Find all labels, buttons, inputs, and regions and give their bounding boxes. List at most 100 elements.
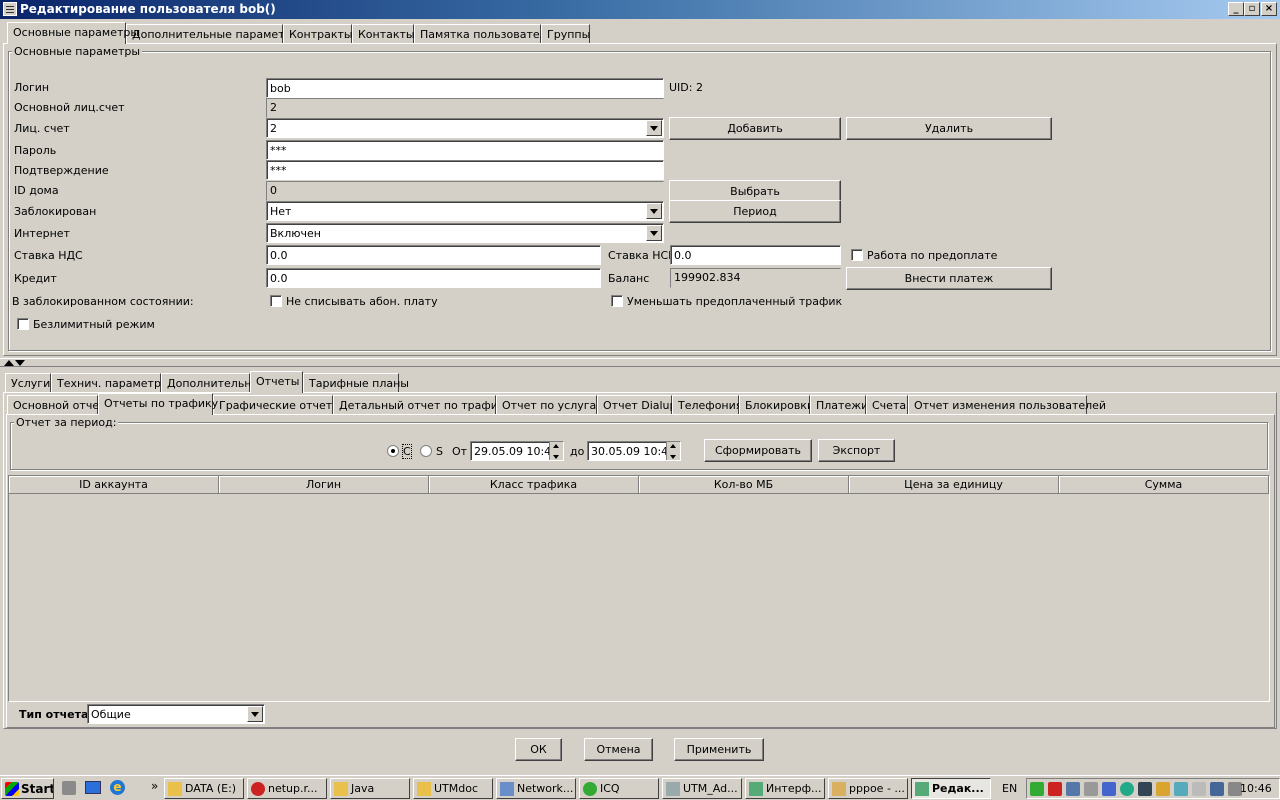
task-data-drive[interactable]: DATA (E:)	[164, 778, 244, 799]
splitter-bar[interactable]	[0, 358, 1280, 367]
tab-invoices[interactable]: Счета	[866, 395, 908, 415]
disc-tray-icon[interactable]	[1120, 782, 1134, 796]
radio-s[interactable]	[420, 445, 432, 457]
chevron-down-icon[interactable]	[646, 203, 662, 219]
task-label: Network...	[517, 782, 574, 795]
chevron-down-icon[interactable]	[646, 120, 662, 136]
clock[interactable]: 10:46	[1240, 782, 1272, 795]
report-type-select[interactable]: Общие	[87, 704, 265, 724]
tab-tech-params[interactable]: Технич. параметры	[51, 373, 170, 393]
start-button[interactable]: Start	[1, 778, 54, 799]
tab-user-memo[interactable]: Памятка пользователя	[414, 24, 553, 44]
tab-additional[interactable]: Дополнительно	[161, 373, 258, 393]
col-traffic-class[interactable]: Класс трафика	[429, 476, 639, 494]
more-chevron-icon[interactable]: »	[151, 779, 158, 793]
tab-graphic-reports[interactable]: Графические отчеты	[213, 395, 341, 415]
task-network[interactable]: Network...	[496, 778, 576, 799]
col-unit-price[interactable]: Цена за единицу	[849, 476, 1059, 494]
printer-tray-icon[interactable]	[1192, 782, 1206, 796]
task-edit-user[interactable]: Редак...	[911, 778, 991, 799]
network-tray-icon[interactable]	[1084, 782, 1098, 796]
internet-select[interactable]: Включен	[266, 223, 664, 243]
task-utm-admin[interactable]: UTM_Ad...	[662, 778, 742, 799]
icq-tray-icon[interactable]	[1030, 782, 1044, 796]
ok-button[interactable]: ОК	[515, 738, 562, 761]
tab-blocks[interactable]: Блокировки	[739, 395, 814, 415]
credit-input[interactable]: 0.0	[266, 268, 601, 288]
spinner-arrows-icon[interactable]	[549, 442, 563, 460]
tab-reports[interactable]: Отчеты	[250, 371, 303, 393]
col-login[interactable]: Логин	[219, 476, 429, 494]
to-date-spinner[interactable]: 30.05.09 10:46	[587, 441, 681, 461]
reduce-traffic-checkbox[interactable]	[611, 295, 623, 307]
prepay-checkbox[interactable]	[851, 249, 863, 261]
minimize-button[interactable]: _	[1228, 2, 1244, 16]
title-bar[interactable]: Редактирование пользователя bob() _ ▫ ×	[0, 0, 1280, 19]
col-mb-count[interactable]: Кол-во МБ	[639, 476, 849, 494]
confirm-input[interactable]: ***	[266, 160, 664, 180]
monitor-tray-icon[interactable]	[1066, 782, 1080, 796]
task-pppoe[interactable]: pppoe - ...	[828, 778, 908, 799]
login-input[interactable]: bob	[266, 78, 664, 98]
music-tray-icon[interactable]	[1138, 782, 1152, 796]
task-netup[interactable]: netup.r...	[247, 778, 327, 799]
from-date-spinner[interactable]: 29.05.09 10:46	[470, 441, 564, 461]
tab-extra-params[interactable]: Дополнительные параметры	[126, 24, 300, 44]
task-java[interactable]: Java	[330, 778, 410, 799]
connection-tray-icon[interactable]	[1210, 782, 1224, 796]
chevron-down-icon[interactable]	[247, 706, 263, 722]
collapse-up-icon[interactable]	[4, 360, 14, 366]
generate-button[interactable]: Сформировать	[704, 439, 812, 462]
start-label: Start	[21, 782, 54, 796]
tab-contacts[interactable]: Контакты	[352, 24, 415, 44]
period-button[interactable]: Период	[669, 200, 841, 223]
tab-user-changes[interactable]: Отчет изменения пользователей	[908, 395, 1106, 415]
task-interface[interactable]: Интерф...	[745, 778, 825, 799]
tab-main-report[interactable]: Основной отчет	[7, 395, 106, 415]
show-desktop-icon[interactable]	[85, 781, 101, 794]
tab-main-params[interactable]: Основные параметры	[7, 22, 139, 44]
task-icq[interactable]: ICQ	[579, 778, 659, 799]
add-account-button[interactable]: Добавить	[669, 117, 841, 140]
tab-payments[interactable]: Платежи	[810, 395, 868, 415]
make-payment-button[interactable]: Внести платеж	[846, 267, 1052, 290]
tab-groups[interactable]: Группы	[541, 24, 590, 44]
tab-detailed-traffic[interactable]: Детальный отчет по трафику	[333, 395, 511, 415]
tab-telephony[interactable]: Телефония	[672, 395, 742, 415]
password-input[interactable]: ***	[266, 140, 664, 160]
language-indicator[interactable]: EN	[1002, 782, 1017, 795]
unlimited-checkbox[interactable]	[17, 318, 29, 330]
spinner-arrows-icon[interactable]	[666, 442, 680, 460]
sync-tray-icon[interactable]	[1174, 782, 1188, 796]
tools-tray-icon[interactable]	[1156, 782, 1170, 796]
tab-traffic-reports[interactable]: Отчеты по трафику	[98, 393, 218, 415]
blocked-select[interactable]: Нет	[266, 201, 664, 221]
cancel-button[interactable]: Отмена	[584, 738, 653, 761]
no-fee-checkbox[interactable]	[270, 295, 282, 307]
col-account-id[interactable]: ID аккаунта	[9, 476, 219, 494]
password-label: Пароль	[14, 144, 57, 157]
vat-input[interactable]: 0.0	[266, 245, 601, 265]
tab-contracts[interactable]: Контракты	[283, 24, 353, 44]
col-sum[interactable]: Сумма	[1059, 476, 1269, 494]
account-select[interactable]: 2	[266, 118, 664, 138]
maximize-button[interactable]: ▫	[1244, 2, 1260, 16]
tab-dialup-report[interactable]: Отчет Dialup	[597, 395, 677, 415]
ati-tray-icon[interactable]	[1048, 782, 1062, 796]
report-table[interactable]: ID аккаунта Логин Класс трафика Кол-во М…	[8, 475, 1270, 702]
nsp-input[interactable]: 0.0	[670, 245, 841, 265]
chevron-down-icon[interactable]	[646, 225, 662, 241]
tab-tariff-plans[interactable]: Тарифные планы	[303, 373, 409, 393]
close-button[interactable]: ×	[1261, 2, 1277, 16]
collapse-down-icon[interactable]	[15, 360, 25, 366]
internet-explorer-icon[interactable]: e	[110, 780, 125, 795]
tab-services[interactable]: Услуги	[5, 373, 51, 393]
radio-c[interactable]	[387, 445, 399, 457]
chat-tray-icon[interactable]	[1102, 782, 1116, 796]
task-utmdoc[interactable]: UTMdoc	[413, 778, 493, 799]
export-button[interactable]: Экспорт	[818, 439, 895, 462]
tab-services-report[interactable]: Отчет по услугам	[496, 395, 605, 415]
quicklaunch-network-icon[interactable]	[62, 781, 76, 795]
apply-button[interactable]: Применить	[674, 738, 764, 761]
delete-account-button[interactable]: Удалить	[846, 117, 1052, 140]
